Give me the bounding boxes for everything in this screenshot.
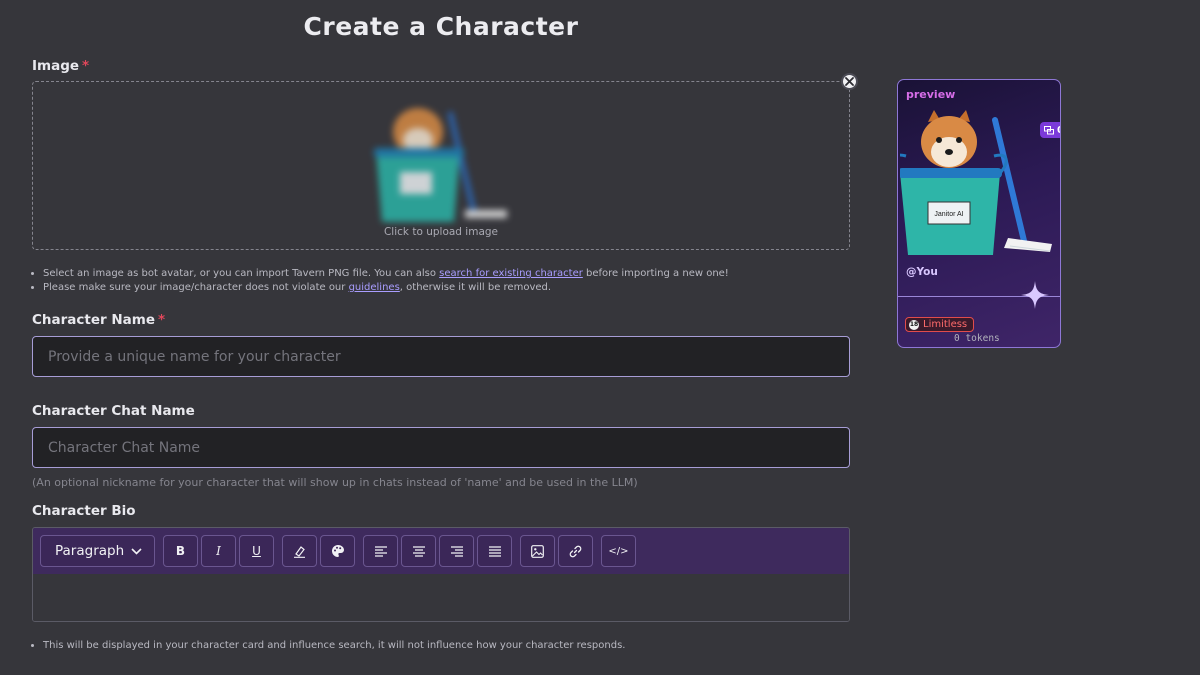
age-18-icon: 18 [909, 319, 919, 330]
remove-image-button[interactable] [841, 73, 858, 90]
image-notes: Select an image as bot avatar, or you ca… [43, 267, 729, 294]
bio-editor-content[interactable] [33, 574, 849, 621]
code-view-button[interactable]: </> [601, 535, 636, 567]
insert-image-button[interactable] [520, 535, 555, 567]
text-color-button[interactable] [320, 535, 355, 567]
uploaded-avatar-thumbnail [374, 108, 507, 222]
sparkle-icon [1021, 281, 1049, 309]
insert-link-button[interactable] [558, 535, 593, 567]
chat-icon [1044, 125, 1054, 134]
bucket-label: Janitor AI [934, 211, 963, 218]
character-name-input[interactable] [48, 348, 834, 365]
required-mark: * [82, 58, 90, 74]
chevron-down-icon [131, 547, 142, 555]
note-import: Select an image as bot avatar, or you ca… [43, 267, 729, 281]
image-label: Image * [32, 58, 90, 74]
italic-icon: I [216, 544, 221, 558]
align-justify-icon [488, 545, 501, 557]
chat-count-badge: 0 [1040, 122, 1060, 138]
bio-label: Character Bio [32, 503, 136, 519]
token-count: 0 tokens [954, 333, 1000, 344]
align-left-icon [374, 545, 387, 557]
chat-name-helper: (An optional nickname for your character… [32, 476, 638, 489]
limitless-tag: 18 Limitless [905, 317, 975, 332]
align-left-button[interactable] [363, 535, 398, 567]
underline-icon: U [252, 544, 261, 558]
preview-label: preview [906, 88, 956, 101]
required-mark: * [158, 312, 166, 328]
block-type-value: Paragraph [55, 543, 125, 559]
link-icon [569, 545, 582, 557]
bio-editor: Paragraph B I U </> [32, 527, 850, 622]
block-type-select[interactable]: Paragraph [40, 535, 155, 567]
highlighter-icon [294, 545, 305, 558]
character-name-field[interactable] [32, 336, 850, 377]
highlight-button[interactable] [282, 535, 317, 567]
align-center-icon [412, 545, 425, 557]
page-title: Create a Character [303, 12, 579, 41]
bold-button[interactable]: B [163, 535, 198, 567]
character-name-label: Character Name * [32, 312, 166, 328]
chat-name-input[interactable] [48, 439, 834, 456]
chat-name-field[interactable] [32, 427, 850, 468]
tag-label: Limitless [923, 319, 968, 330]
bio-note-text: This will be displayed in your character… [43, 640, 625, 651]
character-avatar: Janitor AI [900, 110, 1052, 255]
align-right-icon [450, 545, 463, 557]
italic-button[interactable]: I [201, 535, 236, 567]
image-icon [531, 544, 544, 558]
align-right-button[interactable] [439, 535, 474, 567]
preview-card: preview Janitor AI 0 @You 18 Limitless 0… [897, 79, 1061, 348]
align-center-button[interactable] [401, 535, 436, 567]
code-icon: </> [608, 545, 629, 557]
bold-icon: B [175, 544, 186, 558]
search-existing-character-link[interactable]: search for existing character [439, 268, 583, 279]
guidelines-link[interactable]: guidelines [349, 282, 400, 293]
underline-button[interactable]: U [239, 535, 274, 567]
close-icon [845, 77, 854, 86]
upload-hint: Click to upload image [383, 226, 499, 238]
align-justify-button[interactable] [477, 535, 512, 567]
bio-note: This will be displayed in your character… [43, 640, 625, 651]
image-upload-dropzone[interactable]: Click to upload image [32, 81, 850, 250]
editor-toolbar: Paragraph B I U </> [33, 528, 849, 574]
card-author: @You [906, 266, 938, 278]
chat-name-label: Character Chat Name [32, 403, 195, 419]
note-guidelines: Please make sure your image/character do… [43, 281, 729, 295]
palette-icon [331, 545, 344, 557]
chat-count: 0 [1057, 125, 1060, 136]
